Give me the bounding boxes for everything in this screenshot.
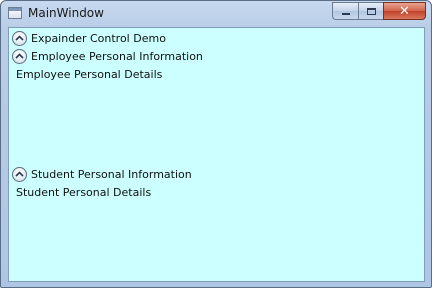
employee-content-text: Employee Personal Details xyxy=(16,68,163,81)
expander-toggle-button[interactable] xyxy=(12,30,27,46)
expander-toggle-button[interactable] xyxy=(12,166,27,182)
minimize-button[interactable] xyxy=(332,2,358,20)
chevron-up-icon xyxy=(15,171,24,177)
expander-header-student[interactable]: Student Personal Information xyxy=(12,165,192,183)
minimize-icon xyxy=(341,12,350,15)
expander-toggle-button[interactable] xyxy=(12,48,27,64)
expander-header-label: Expainder Control Demo xyxy=(31,31,166,45)
client-area: Expainder Control Demo Employee Personal… xyxy=(8,27,425,282)
expander-header-label: Student Personal Information xyxy=(31,167,192,181)
close-icon: ✕ xyxy=(399,3,410,19)
main-window: MainWindow ✕ Expainder Control Demo Empl… xyxy=(0,0,432,288)
maximize-icon xyxy=(366,7,376,15)
maximize-button[interactable] xyxy=(358,2,383,20)
expander-header-demo[interactable]: Expainder Control Demo xyxy=(12,29,166,47)
chevron-up-icon xyxy=(15,35,24,41)
close-button[interactable]: ✕ xyxy=(383,2,426,20)
window-title: MainWindow xyxy=(28,6,104,20)
caption-buttons: ✕ xyxy=(332,2,426,20)
expander-header-employee[interactable]: Employee Personal Information xyxy=(12,47,203,65)
expander-header-label: Employee Personal Information xyxy=(31,49,203,63)
student-content-text: Student Personal Details xyxy=(16,186,152,199)
chevron-up-icon xyxy=(15,53,24,59)
title-bar[interactable]: MainWindow ✕ xyxy=(1,1,431,27)
app-window-icon[interactable] xyxy=(8,7,22,19)
